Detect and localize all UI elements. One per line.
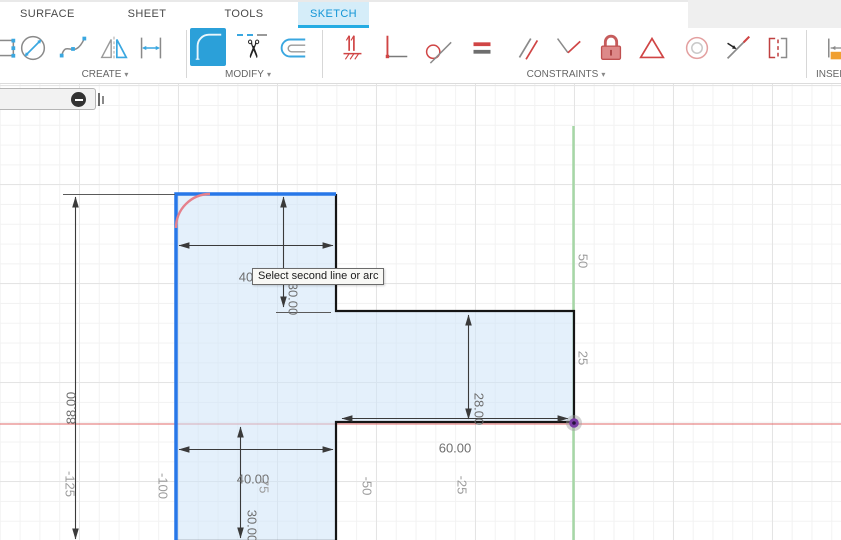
mirror-tool-button[interactable] bbox=[96, 29, 132, 66]
offset-tool-button[interactable] bbox=[274, 29, 310, 66]
coincident-constraint-button[interactable] bbox=[549, 29, 585, 66]
lock-icon bbox=[600, 34, 622, 60]
toolbar-tabs: SURFACE SHEET METAL TOOLS SKETCH bbox=[0, 0, 841, 44]
dimension-icon bbox=[140, 37, 162, 58]
triangle-constraint-button[interactable] bbox=[634, 29, 670, 66]
spline-tool-button[interactable] bbox=[55, 29, 91, 66]
point-on-line-constraint-icon bbox=[726, 35, 751, 59]
triangle-icon bbox=[639, 36, 665, 58]
fix-unfix-constraint-button[interactable] bbox=[593, 29, 629, 66]
sketch-dimension-tool-button[interactable] bbox=[133, 29, 169, 66]
circle-diameter-tool-button[interactable] bbox=[15, 29, 51, 66]
y-axis-label-50: 50 bbox=[575, 253, 591, 269]
horizontal-vertical-constraint-button[interactable] bbox=[334, 29, 370, 66]
toolbar-divider bbox=[806, 30, 807, 78]
toolbar-divider bbox=[186, 30, 187, 78]
dimension-value-height-step[interactable]: 30.00 bbox=[286, 283, 301, 316]
dimension-value-height-arm[interactable]: 28.00 bbox=[472, 393, 487, 426]
constraints-group-label[interactable]: CONSTRAINTS ▾ bbox=[511, 68, 621, 82]
dimension-value-width-arm[interactable]: 60.00 bbox=[439, 441, 472, 456]
insert-group-label[interactable]: INSERT bbox=[816, 68, 841, 82]
perpendicular-constraint-button[interactable] bbox=[377, 29, 413, 66]
spline-icon bbox=[59, 36, 87, 57]
fillet-icon bbox=[195, 33, 222, 60]
x-axis-label--75: -75 bbox=[256, 474, 272, 494]
trim-solid-line-icon bbox=[257, 34, 267, 36]
horizontal-vertical-constraint-icon bbox=[343, 34, 362, 60]
panel-drag-handle[interactable] bbox=[98, 93, 100, 106]
offset-icon bbox=[280, 38, 306, 57]
symmetry-constraint-button[interactable] bbox=[760, 29, 796, 66]
concentric-constraint-button[interactable] bbox=[679, 29, 715, 66]
status-tooltip: Select second line or arc bbox=[252, 268, 385, 285]
create-label-text: CREATE bbox=[81, 69, 122, 80]
dimension-value-height-left[interactable]: 88.00 bbox=[64, 392, 79, 425]
tab-surface[interactable]: SURFACE bbox=[20, 2, 74, 28]
x-axis-label--100: -100 bbox=[155, 472, 171, 500]
constraints-label-text: CONSTRAINTS bbox=[526, 69, 599, 80]
parallel-constraint-icon bbox=[518, 37, 539, 60]
scissors-icon: ✂ bbox=[238, 38, 267, 60]
fusion-sketch-window: SURFACE SHEET METAL TOOLS SKETCH bbox=[0, 0, 841, 540]
x-axis-label--125: -125 bbox=[62, 470, 78, 498]
insert-icon bbox=[828, 38, 841, 59]
insert-tool-button[interactable] bbox=[824, 29, 841, 66]
main-toolbar: ✂ CREATE ▾ MODIFY ▾ CONSTRAINTS ▾ INSE bbox=[0, 28, 841, 84]
origin-point[interactable] bbox=[566, 415, 582, 431]
fillet-tool-button[interactable] bbox=[190, 28, 226, 66]
concentric-constraint-icon bbox=[685, 36, 709, 59]
point-on-line-constraint-button[interactable] bbox=[719, 29, 755, 66]
tabbar-empty-area bbox=[688, 0, 841, 28]
modify-label-text: MODIFY bbox=[225, 69, 264, 80]
tab-tools[interactable]: TOOLS bbox=[223, 2, 265, 28]
circle-diameter-icon bbox=[20, 35, 46, 60]
y-axis-label-25: 25 bbox=[575, 350, 591, 366]
mirror-icon bbox=[100, 36, 128, 59]
dimension-value-height-bottom[interactable]: 30.00 bbox=[245, 510, 260, 540]
dropdown-arrow-icon: ▾ bbox=[601, 70, 606, 79]
dropdown-arrow-icon: ▾ bbox=[124, 70, 129, 79]
tangent-constraint-button[interactable] bbox=[419, 29, 455, 66]
create-group-label[interactable]: CREATE ▾ bbox=[60, 68, 150, 82]
toolbar-divider bbox=[322, 30, 323, 78]
tangent-constraint-icon bbox=[425, 41, 452, 64]
perpendicular-constraint-icon bbox=[385, 35, 408, 58]
equal-constraint-icon bbox=[473, 41, 491, 54]
dropdown-arrow-icon: ▾ bbox=[266, 70, 271, 79]
sketch-geometry bbox=[0, 126, 841, 540]
modify-group-label[interactable]: MODIFY ▾ bbox=[203, 68, 293, 82]
collapse-minus-icon[interactable] bbox=[71, 92, 86, 107]
coincident-constraint-icon bbox=[556, 37, 581, 53]
equal-constraint-button[interactable] bbox=[464, 29, 500, 66]
x-axis-label--25: -25 bbox=[454, 475, 470, 495]
parallel-constraint-button[interactable] bbox=[509, 29, 545, 66]
trim-dashed-line-icon bbox=[237, 34, 253, 36]
tab-sheet-metal[interactable]: SHEET METAL bbox=[109, 2, 185, 44]
insert-label-text: INSERT bbox=[816, 69, 841, 80]
collapsed-panel-bar bbox=[0, 88, 96, 110]
panel-drag-handle[interactable] bbox=[102, 96, 104, 104]
sketch-canvas[interactable]: 88.00 40.00 30.00 28.00 60.00 40.00 30.0… bbox=[0, 84, 841, 540]
trim-tool-button[interactable]: ✂ bbox=[235, 29, 271, 66]
tab-sketch[interactable]: SKETCH bbox=[298, 2, 369, 28]
symmetry-constraint-icon bbox=[768, 37, 788, 58]
x-axis-label--50: -50 bbox=[359, 476, 375, 496]
